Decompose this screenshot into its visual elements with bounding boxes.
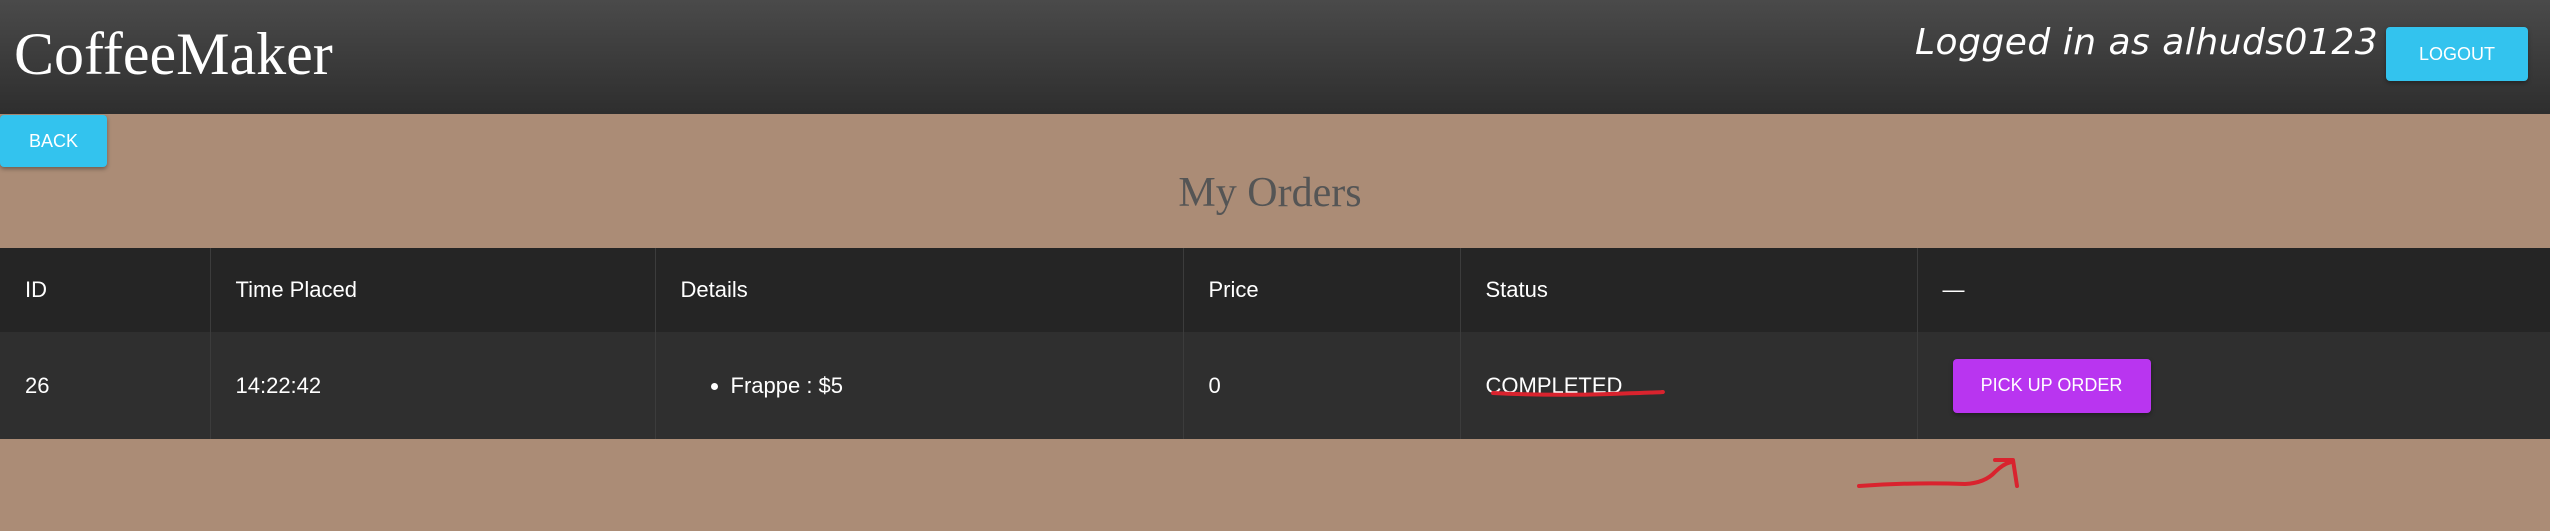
order-id-cell: 26 [0,332,211,439]
app-brand: CoffeeMaker [14,21,333,87]
pick-up-order-button[interactable]: PICK UP ORDER [1952,358,2151,413]
column-header-price: Price [1183,248,1461,332]
order-status-text: COMPLETED [1485,372,1623,398]
back-button[interactable]: BACK [0,115,107,167]
column-header-time-placed: Time Placed [210,248,656,332]
orders-table: ID Time Placed Details Price Status — 26… [0,248,2550,439]
page-title: My Orders [1178,170,1362,216]
logout-button[interactable]: LOGOUT [2386,27,2528,81]
table-row: 26 14:22:42 Frappe : $5 0 COMPLETED PICK… [0,332,2550,439]
order-status-cell: COMPLETED [1460,332,1918,439]
column-header-actions: — [1942,277,1965,302]
column-header-id: ID [0,248,211,332]
table-header-row: ID Time Placed Details Price Status — [0,248,2550,332]
order-price-cell: 0 [1183,332,1461,439]
order-details-list: Frappe : $5 [681,373,1183,399]
order-details-cell: Frappe : $5 [655,332,1184,439]
logged-in-user-text: Logged in as alhuds0123 [1915,22,2379,63]
app-header: CoffeeMaker Logged in as alhuds0123 LOGO… [0,0,2550,114]
order-detail-item: Frappe : $5 [731,373,1183,399]
order-time-cell: 14:22:42 [210,332,656,439]
order-action-cell: PICK UP ORDER [1917,332,2550,439]
arrow-annotation-icon [1857,458,2019,488]
column-header-details: Details [655,248,1184,332]
column-header-status: Status [1460,248,1918,332]
